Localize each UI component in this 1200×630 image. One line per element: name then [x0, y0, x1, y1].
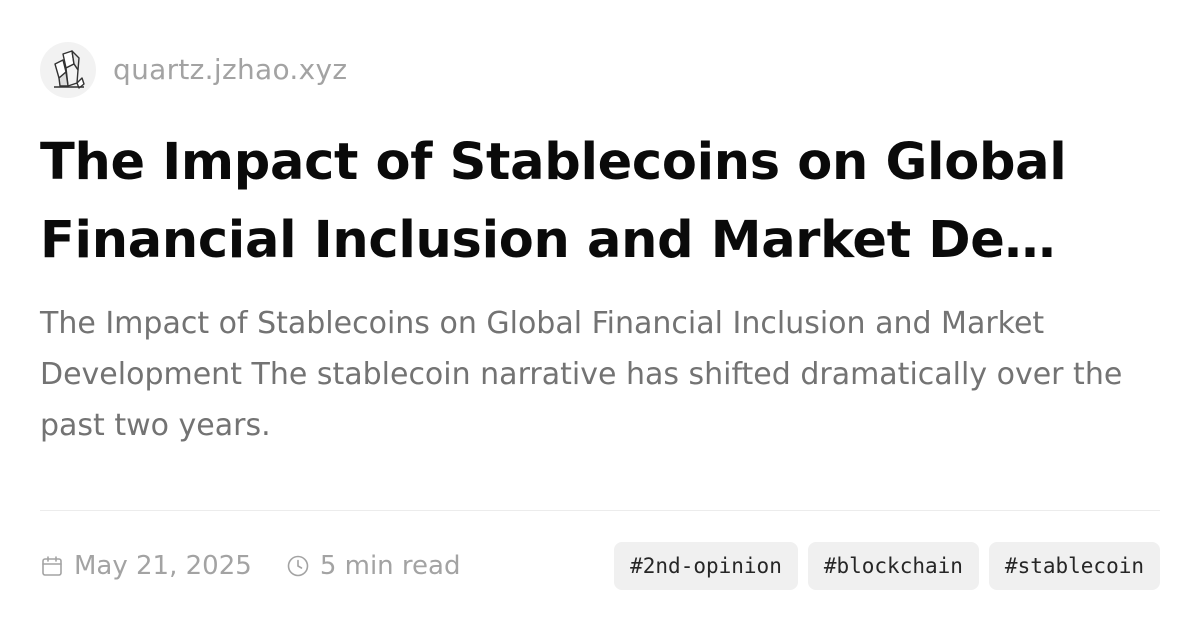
divider — [40, 510, 1160, 511]
tag-list: #2nd-opinion #blockchain #stablecoin — [604, 542, 1160, 590]
quartz-crystal-icon — [40, 42, 96, 98]
reading-time: 5 min read — [286, 551, 461, 581]
tag-stablecoin[interactable]: #stablecoin — [988, 542, 1160, 590]
site-header[interactable]: quartz.jzhao.xyz — [40, 42, 347, 98]
clock-icon — [286, 554, 310, 578]
article-meta: May 21, 2025 5 min read — [40, 542, 494, 590]
article-description: The Impact of Stablecoins on Global Fina… — [40, 306, 1123, 443]
reading-time-text: 5 min read — [319, 551, 461, 581]
site-name: quartz.jzhao.xyz — [113, 53, 348, 86]
og-card: quartz.jzhao.xyz The Impact of Stablecoi… — [0, 0, 1200, 630]
calendar-icon — [40, 554, 64, 578]
page-title: The Impact of Stablecoins on Global Fina… — [40, 133, 1067, 270]
tag-2nd-opinion[interactable]: #2nd-opinion — [614, 542, 798, 590]
publish-date-text: May 21, 2025 — [74, 551, 252, 581]
publish-date: May 21, 2025 — [40, 553, 252, 579]
tag-blockchain[interactable]: #blockchain — [807, 542, 979, 590]
